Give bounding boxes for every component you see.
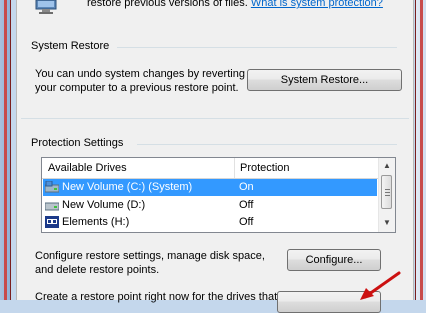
scrollbar-thumb[interactable] <box>381 175 392 209</box>
drive-protection-status: On <box>239 181 254 193</box>
group-divider <box>137 144 397 145</box>
drive-name: Elements (H:) <box>62 216 130 228</box>
configure-description-line1: Configure restore settings, manage disk … <box>35 250 265 262</box>
drives-list-scrollbar[interactable]: ▲ ▼ <box>378 158 395 232</box>
drive-row-h[interactable]: Elements (H:) Off <box>43 214 377 231</box>
section-divider <box>21 118 409 119</box>
system-restore-description-line2: your computer to a previous restore poin… <box>35 82 239 94</box>
intro-description: restore previous versions of files. <box>87 0 248 9</box>
protection-settings-group-title: Protection Settings <box>31 137 124 149</box>
red-annotation-arrow-icon <box>360 271 401 300</box>
configure-description-line2: and delete restore points. <box>35 264 160 276</box>
scrollbar-grip <box>385 189 390 190</box>
system-drive-icon <box>45 181 59 193</box>
system-restore-group-title: System Restore <box>31 40 110 52</box>
what-is-system-protection-link[interactable]: What is system protection? <box>251 0 383 9</box>
system-restore-description-line1: You can undo system changes by reverting <box>35 68 245 80</box>
scroll-down-arrow-icon[interactable]: ▼ <box>379 215 395 231</box>
hard-drive-icon <box>45 202 59 211</box>
configure-description: Configure restore settings, manage disk … <box>35 249 265 277</box>
drive-name: New Volume (D:) <box>62 199 146 211</box>
window-frame-left <box>0 0 11 300</box>
drive-row-c[interactable]: New Volume (C:) (System) On <box>43 179 377 196</box>
column-header-available-drives[interactable]: Available Drives <box>48 158 127 178</box>
computer-icon <box>35 0 57 14</box>
configure-button[interactable]: Configure... <box>287 249 381 271</box>
create-restore-point-description: Create a restore point right now for the… <box>35 291 278 303</box>
group-divider <box>117 47 397 48</box>
drive-protection-status: Off <box>239 199 254 211</box>
column-header-protection[interactable]: Protection <box>240 158 290 178</box>
column-separator[interactable] <box>234 158 235 178</box>
system-restore-button[interactable]: System Restore... <box>247 69 402 91</box>
wd-drive-icon <box>45 216 59 228</box>
drives-list-header: Available Drives Protection <box>42 158 378 179</box>
drive-protection-status: Off <box>239 216 254 228</box>
drives-list[interactable]: Available Drives Protection New Volume (… <box>41 157 396 233</box>
drive-row-d[interactable]: New Volume (D:) Off <box>43 197 377 214</box>
system-restore-description: You can undo system changes by reverting… <box>35 67 245 95</box>
drive-name: New Volume (C:) (System) <box>62 181 193 193</box>
intro-text: restore previous versions of files. What… <box>87 0 383 9</box>
system-protection-panel: restore previous versions of files. What… <box>16 0 414 313</box>
scroll-up-arrow-icon[interactable]: ▲ <box>379 158 395 174</box>
window-frame-right <box>415 0 426 300</box>
scrollbar-grip <box>385 195 390 196</box>
scrollbar-grip <box>385 192 390 193</box>
